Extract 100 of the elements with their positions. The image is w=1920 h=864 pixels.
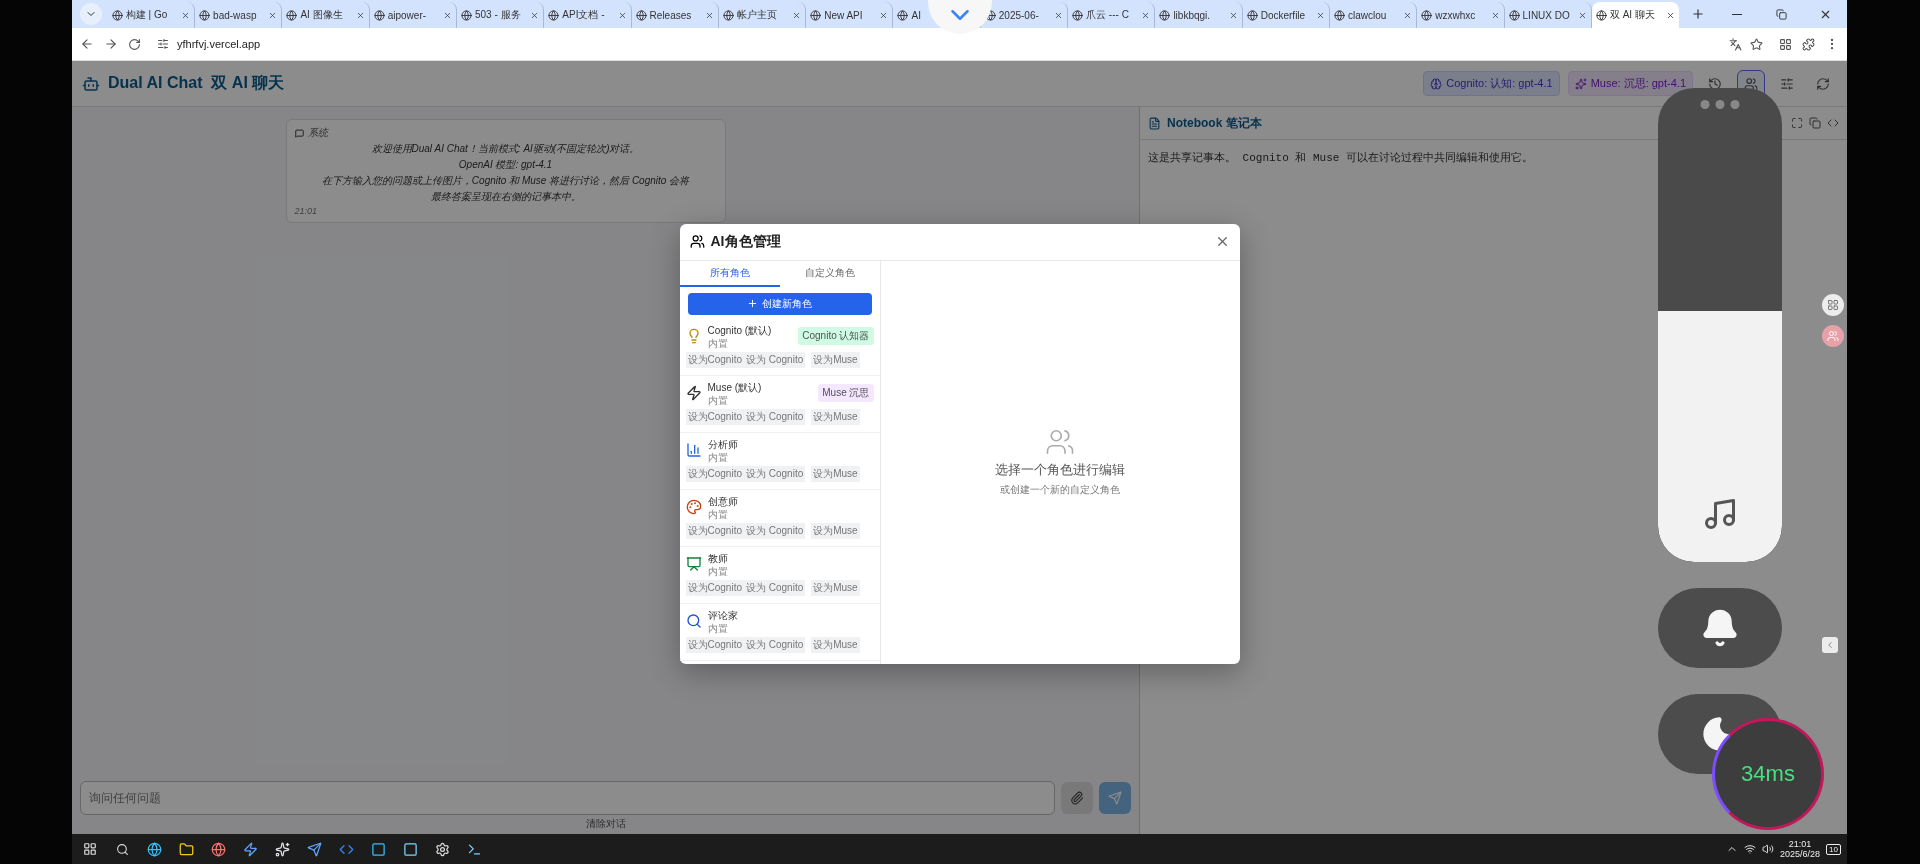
history-icon <box>1708 76 1722 91</box>
role-icon <box>685 442 702 458</box>
close-icon[interactable] <box>268 10 278 20</box>
role-item[interactable]: Cognito (默认) 内置 Cognito 认知器 设为Cognito 设为 Cognito 设为Muse <box>679 318 880 376</box>
message-text: OpenAI 模型: gpt-4.1 <box>457 158 554 172</box>
close-icon[interactable] <box>1666 10 1676 20</box>
assign-role-button[interactable]: 设为Cognito <box>685 408 744 425</box>
assign-role-button[interactable]: 设为 Cognito <box>743 522 806 539</box>
site-icon <box>1421 9 1433 21</box>
attach-button[interactable] <box>1061 782 1093 814</box>
assign-role-button[interactable]: 设为 Cognito <box>743 465 806 482</box>
role-item[interactable]: 创意师 内置 设为Cognito 设为 Cognito 设为Muse <box>679 489 880 547</box>
model-chip[interactable]: Cognito: 认知: gpt-4.1 <box>1423 71 1560 96</box>
sender-label: 系统 <box>307 126 328 140</box>
assign-role-button[interactable]: 设为 Cognito <box>743 408 806 425</box>
close-icon[interactable] <box>792 10 802 20</box>
notebook-text[interactable]: 这是共享记事本。 Cognito 和 Muse 可以在讨论过程中共同编辑和使用它。 <box>1148 150 1839 165</box>
assign-role-button[interactable]: 设为Cognito <box>685 465 744 482</box>
volume-icon[interactable] <box>1762 843 1775 855</box>
users-icon <box>1827 330 1839 342</box>
site-icon <box>286 9 298 21</box>
model-label: Muse: 沉思: gpt-4.1 <box>1590 76 1686 91</box>
role-name: 分析师 <box>707 437 739 452</box>
assign-role-button[interactable]: 设为Cognito <box>685 351 744 368</box>
paperclip-icon <box>1070 791 1084 805</box>
send-icon <box>1108 791 1122 805</box>
more-icon[interactable] <box>1700 100 1740 109</box>
close-icon[interactable] <box>1315 10 1325 20</box>
assign-role-button[interactable]: 设为 Cognito <box>743 351 806 368</box>
notification-count[interactable]: 10 <box>1826 843 1841 855</box>
role-item[interactable]: 教师 内置 设为Cognito 设为 Cognito 设为Muse <box>679 546 880 604</box>
role-tab[interactable]: 所有角色 <box>679 260 780 287</box>
question-input[interactable]: 询问任何问题 <box>80 781 1055 815</box>
site-icon <box>897 9 909 21</box>
site-icon <box>810 9 822 21</box>
close-icon[interactable] <box>181 10 191 20</box>
reload-icon[interactable] <box>128 37 141 51</box>
close-icon[interactable] <box>1054 10 1064 20</box>
assign-role-button[interactable]: 设为 Cognito <box>743 636 806 653</box>
assign-role-button[interactable]: 设为Muse <box>811 579 860 596</box>
assign-role-button[interactable]: 设为Cognito <box>685 636 744 653</box>
back-icon[interactable] <box>80 37 94 51</box>
role-item[interactable]: 评论家 内置 设为Cognito 设为 Cognito 设为Muse <box>679 603 880 661</box>
role-tab[interactable]: 自定义角色 <box>779 260 880 287</box>
assign-role-button[interactable]: 设为Cognito <box>685 579 744 596</box>
model-chip[interactable]: Muse: 沉思: gpt-4.1 <box>1567 71 1693 96</box>
close-icon[interactable] <box>1577 10 1587 20</box>
assign-role-button[interactable]: 设为Muse <box>811 351 860 368</box>
assign-role-button[interactable]: 设为Muse <box>811 636 860 653</box>
extension-icon[interactable] <box>1779 37 1792 51</box>
bookmark-star-icon[interactable] <box>1750 37 1763 51</box>
site-icon <box>1159 9 1171 21</box>
assign-role-button[interactable]: 设为Cognito <box>685 522 744 539</box>
assign-role-button[interactable]: 设为Muse <box>811 522 860 539</box>
close-icon[interactable] <box>530 10 540 20</box>
assign-role-button[interactable]: 设为Muse <box>811 408 860 425</box>
create-role-button[interactable]: 创建新角色 <box>687 292 872 315</box>
extensions-puzzle-icon[interactable] <box>1802 37 1815 51</box>
role-name: Muse (默认) <box>707 380 763 395</box>
roles-icon <box>1744 76 1758 91</box>
document-icon <box>1148 116 1161 130</box>
role-tag: Muse 沉思 <box>818 384 874 402</box>
site-icon <box>1595 9 1607 21</box>
minimize-icon <box>1732 13 1742 15</box>
notebook-title: Notebook 笔记本 <box>1167 114 1263 132</box>
translate-icon[interactable] <box>1729 37 1742 51</box>
assign-role-button[interactable]: 设为 Cognito <box>743 579 806 596</box>
close-icon[interactable] <box>355 10 365 20</box>
message-text: 在下方输入您的问题或上传图片，Cognito 和 Muse 将进行讨论，然后 Cognito 会将 <box>320 174 691 188</box>
site-icon <box>199 9 211 21</box>
close-icon[interactable] <box>1228 10 1238 20</box>
forward-icon[interactable] <box>104 37 118 51</box>
network-icon[interactable] <box>1744 843 1757 855</box>
browser-tab[interactable]: 双 AI 聊天 <box>1591 2 1680 28</box>
role-item[interactable]: 分析师 内置 设为Cognito 设为 Cognito 设为Muse <box>679 432 880 490</box>
close-icon[interactable] <box>1403 10 1413 20</box>
close-icon[interactable] <box>704 10 714 20</box>
close-icon[interactable] <box>879 10 889 20</box>
close-icon[interactable] <box>443 10 452 20</box>
close-icon[interactable] <box>1490 10 1500 20</box>
brain-icon <box>1430 77 1443 90</box>
site-info-icon[interactable] <box>157 38 169 50</box>
plus-icon <box>747 298 758 309</box>
copy-icon[interactable] <box>1809 117 1821 129</box>
plus-icon <box>1691 7 1706 21</box>
fullscreen-icon[interactable] <box>1791 117 1803 129</box>
reset-icon <box>1816 76 1830 91</box>
close-icon[interactable] <box>1141 10 1151 20</box>
close-icon[interactable] <box>617 10 627 20</box>
role-name: Cognito (默认) <box>707 323 773 338</box>
clear-chat-button[interactable]: 清除对话 <box>585 817 626 831</box>
role-icon <box>685 499 702 515</box>
message-text: 欢迎使用Dual AI Chat！当前模式: AI驱动(不固定轮次)对话。 <box>370 142 641 156</box>
site-icon <box>1072 9 1084 21</box>
assign-role-button[interactable]: 设为Muse <box>811 465 860 482</box>
volume-slider[interactable] <box>1658 88 1782 562</box>
code-icon[interactable] <box>1827 117 1839 129</box>
role-item[interactable]: Muse (默认) 内置 Muse 沉思 设为Cognito 设为 Cognito 设为Muse <box>679 375 880 433</box>
clock[interactable]: 21:01 2025/6/28 <box>1780 839 1821 859</box>
role-icon <box>685 556 702 572</box>
